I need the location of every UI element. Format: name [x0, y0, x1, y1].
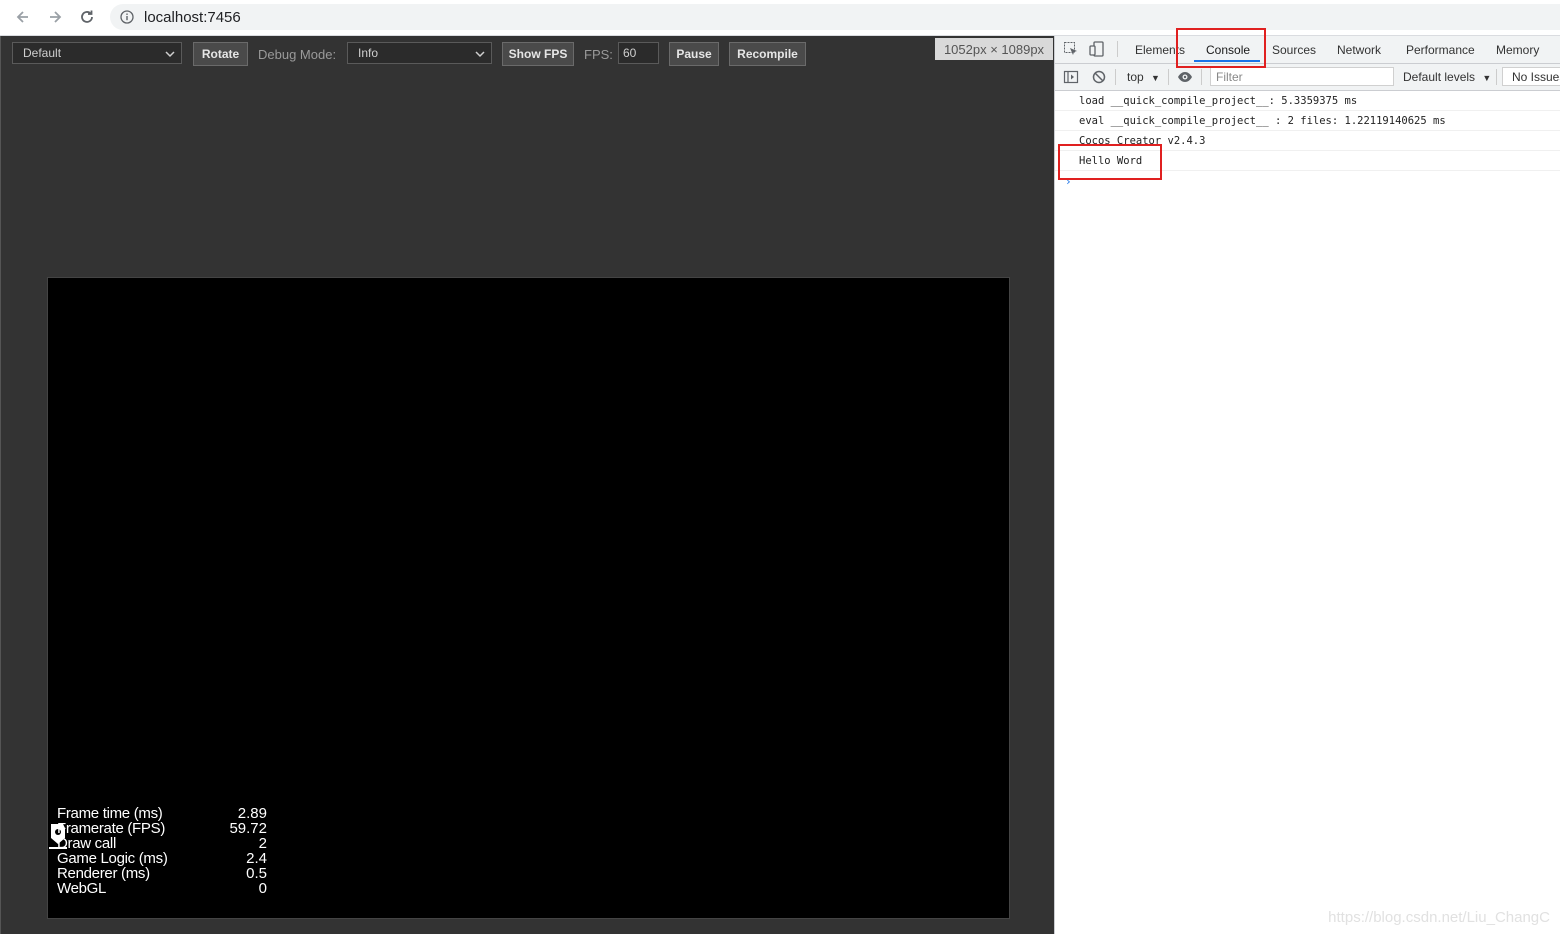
debug-mode-select[interactable]: Info — [347, 42, 492, 64]
tab-memory[interactable]: Memory — [1496, 36, 1539, 63]
console-toolbar: top ▼ Filter Default levels ▼ No Issues — [1055, 64, 1560, 91]
stat-label: Renderer (ms) — [57, 865, 150, 882]
divider — [1168, 69, 1169, 85]
back-icon[interactable] — [12, 6, 34, 28]
log-levels-select[interactable]: Default levels ▼ — [1403, 70, 1491, 84]
info-icon[interactable] — [120, 9, 136, 25]
devtools-tabbar: Elements Console Sources Network Perform… — [1055, 36, 1560, 64]
address-bar[interactable]: localhost:7456 — [110, 4, 1560, 30]
viewport-size-badge: 1052px × 1089px — [935, 38, 1053, 60]
dropdown-triangle-icon: ▼ — [1151, 73, 1160, 83]
console-filter-input[interactable]: Filter — [1210, 67, 1394, 86]
hello-message-highlight — [1058, 144, 1162, 180]
stat-value: 59.72 — [229, 820, 267, 837]
stat-value: 2.89 — [237, 805, 267, 822]
context-select[interactable]: top ▼ — [1127, 70, 1160, 84]
forward-icon[interactable] — [44, 6, 66, 28]
tab-performance[interactable]: Performance — [1406, 36, 1475, 63]
url-text: localhost:7456 — [144, 8, 241, 26]
fps-input[interactable]: 60 — [618, 42, 659, 64]
recompile-button[interactable]: Recompile — [729, 42, 806, 66]
debug-mode-label: Debug Mode: — [258, 47, 337, 62]
fps-label: FPS: — [584, 47, 613, 62]
stat-value: 2.4 — [246, 850, 267, 867]
dropdown-triangle-icon: ▼ — [1482, 73, 1492, 83]
issues-button[interactable]: No Issues — [1502, 67, 1560, 86]
stat-row: Draw call 2 — [57, 836, 267, 851]
log-levels-value: Default levels — [1403, 70, 1476, 84]
rotate-button[interactable]: Rotate — [193, 42, 248, 66]
stat-label: Framerate (FPS) — [57, 820, 166, 837]
inspect-element-icon[interactable] — [1063, 41, 1079, 57]
console-tab-highlight — [1176, 28, 1266, 68]
stat-label: Game Logic (ms) — [57, 850, 168, 867]
stat-label: WebGL — [57, 880, 107, 897]
stat-value: 0.5 — [246, 865, 267, 882]
divider — [1496, 69, 1497, 85]
reload-icon[interactable] — [76, 6, 98, 28]
divider — [1115, 69, 1116, 85]
stat-label: Draw call — [57, 835, 116, 852]
stat-value: 2 — [258, 835, 267, 852]
show-fps-button[interactable]: Show FPS — [502, 42, 574, 66]
pause-button[interactable]: Pause — [669, 42, 719, 66]
console-message: load __quick_compile_project__: 5.335937… — [1055, 91, 1560, 111]
device-select[interactable]: Default — [12, 42, 182, 64]
debug-mode-value: Info — [358, 46, 379, 60]
stat-label: Frame time (ms) — [57, 805, 163, 822]
stat-row: Renderer (ms) 0.5 — [57, 866, 267, 881]
sidebar-toggle-icon[interactable] — [1063, 69, 1079, 85]
device-select-value: Default — [23, 46, 62, 60]
clear-console-icon[interactable] — [1091, 69, 1107, 85]
game-canvas[interactable]: Frame time (ms) 2.89 Framerate (FPS) 59.72… — [47, 277, 1010, 919]
chevron-down-icon — [165, 48, 175, 62]
browser-toolbar: localhost:7456 — [0, 0, 1560, 36]
divider — [1117, 41, 1118, 57]
console-message: eval __quick_compile_project__ : 2 files… — [1055, 111, 1560, 131]
preview-toolbar: Default Rotate Debug Mode: Info Show FPS… — [1, 36, 1054, 74]
context-value: top — [1127, 70, 1144, 84]
chevron-down-icon — [475, 48, 485, 62]
stat-row: WebGL 0 — [57, 881, 267, 896]
stat-row: Framerate (FPS) 59.72 — [57, 821, 267, 836]
stat-row: Frame time (ms) 2.89 — [57, 806, 267, 821]
device-toolbar-icon[interactable] — [1089, 41, 1105, 57]
divider — [1201, 69, 1202, 85]
stat-row: Game Logic (ms) 2.4 — [57, 851, 267, 866]
watermark: https://blog.csdn.net/Liu_ChangC — [1328, 909, 1550, 926]
stat-value: 0 — [258, 880, 267, 897]
tab-network[interactable]: Network — [1337, 36, 1381, 63]
profiler-stats: Frame time (ms) 2.89 Framerate (FPS) 59.72… — [57, 806, 267, 896]
eye-icon[interactable] — [1177, 69, 1193, 85]
game-preview-panel: Default Rotate Debug Mode: Info Show FPS… — [0, 36, 1054, 934]
tab-sources[interactable]: Sources — [1272, 36, 1316, 63]
